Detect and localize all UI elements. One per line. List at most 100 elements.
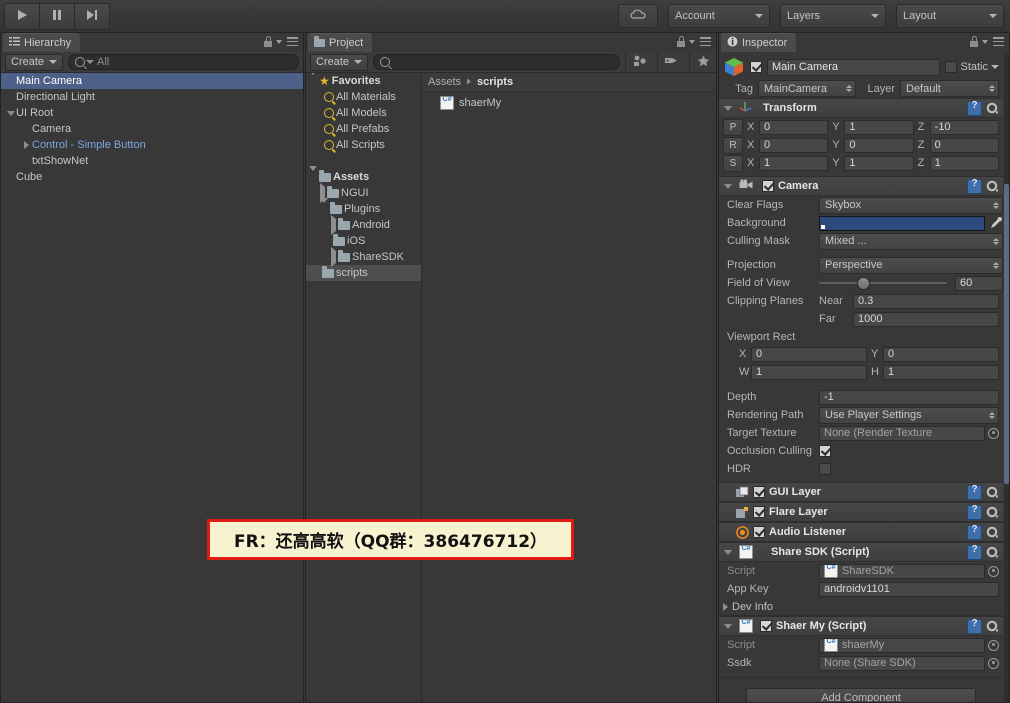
foldout-open-icon[interactable] [724, 623, 732, 629]
component-header-camera[interactable]: Camera [719, 176, 1003, 196]
viewport-x-input[interactable]: 0 [751, 346, 867, 362]
foldout-toggle[interactable] [320, 198, 328, 215]
help-icon[interactable] [967, 544, 982, 560]
pause-button[interactable] [39, 3, 75, 30]
axis-input[interactable]: 0 [929, 137, 999, 153]
target-texture-objectfield[interactable]: None (Render Texture [819, 425, 985, 441]
component-header-gui-layer[interactable]: GUI Layer [719, 482, 1003, 502]
shaer-my-ssdk-objectfield[interactable]: None (Share SDK) [819, 655, 985, 671]
far-input[interactable]: 1000 [853, 311, 999, 327]
gear-icon[interactable] [986, 526, 999, 539]
tab-project[interactable]: Project [308, 33, 373, 52]
layers-dropdown[interactable]: Layers [780, 3, 886, 28]
project-tree-item[interactable]: Plugins [306, 198, 421, 217]
camera-enabled-checkbox[interactable] [762, 180, 774, 192]
hierarchy-item[interactable]: Directional Light [1, 89, 303, 105]
project-tree-item[interactable]: iOS [306, 233, 421, 249]
slider-knob[interactable] [857, 276, 871, 290]
audio-listener-enabled-checkbox[interactable] [753, 526, 765, 538]
hierarchy-item[interactable]: Cube [1, 169, 303, 185]
hierarchy-item[interactable]: UI Root [1, 105, 303, 121]
foldout-toggle[interactable] [331, 247, 336, 267]
component-header-flare-layer[interactable]: Flare Layer [719, 502, 1003, 522]
gear-icon[interactable] [986, 506, 999, 519]
background-color-field[interactable] [819, 215, 985, 231]
layer-dropdown[interactable]: Default [900, 80, 999, 97]
object-picker-icon[interactable] [988, 639, 999, 651]
inspector-scrollbar-thumb[interactable] [1004, 184, 1009, 484]
help-icon[interactable] [967, 524, 982, 540]
flare-layer-enabled-checkbox[interactable] [753, 506, 765, 518]
fov-slider[interactable] [819, 276, 947, 291]
hierarchy-item[interactable]: Main Camera [1, 73, 303, 89]
near-input[interactable]: 0.3 [853, 293, 999, 309]
help-icon[interactable] [967, 618, 982, 634]
eyedropper-icon[interactable] [989, 216, 1003, 230]
hierarchy-tree[interactable]: Main Camera Directional Light UI Root Camer… [1, 73, 303, 702]
cloud-services-button[interactable] [618, 3, 658, 28]
hierarchy-item[interactable]: txtShowNet [1, 153, 303, 169]
hierarchy-item[interactable]: Camera [1, 121, 303, 137]
foldout-closed-icon[interactable] [331, 247, 336, 267]
project-tree-item[interactable]: Android [306, 215, 421, 235]
projection-dropdown[interactable]: Perspective [819, 256, 1003, 274]
share-sdk-appkey-input[interactable]: androidv1101 [819, 581, 999, 597]
play-button[interactable] [4, 3, 40, 30]
project-tree-item[interactable]: ★ Favorites [306, 73, 421, 89]
help-icon[interactable] [967, 178, 982, 194]
panel-menu-icon[interactable] [287, 37, 298, 46]
project-tree-item[interactable]: All Models [306, 105, 421, 121]
hdr-checkbox[interactable] [819, 463, 831, 475]
rendering-path-dropdown[interactable]: Use Player Settings [819, 406, 999, 424]
static-checkbox[interactable] [945, 61, 958, 73]
foldout-open-icon[interactable] [724, 183, 732, 189]
foldout-open-icon[interactable] [320, 198, 328, 215]
favorite-star-button[interactable] [689, 52, 716, 72]
gameobject-name-input[interactable]: Main Camera [767, 58, 941, 76]
project-tree-item[interactable]: All Materials [306, 89, 421, 105]
project-tree-item[interactable]: All Scripts [306, 137, 421, 153]
component-header-audio-listener[interactable]: Audio Listener [719, 522, 1003, 542]
lock-icon[interactable] [264, 36, 272, 47]
tag-dropdown[interactable]: MainCamera [758, 80, 856, 97]
foldout-open-icon[interactable] [309, 166, 317, 183]
object-picker-icon[interactable] [988, 427, 999, 439]
gear-icon[interactable] [986, 546, 999, 559]
layout-dropdown[interactable]: Layout [896, 3, 1004, 28]
foldout-toggle[interactable] [309, 166, 317, 183]
axis-input[interactable]: 1 [844, 155, 914, 171]
object-picker-icon[interactable] [988, 565, 999, 577]
asset-list[interactable]: shaerMy [422, 94, 716, 111]
foldout-open-icon[interactable] [724, 549, 732, 555]
label-filter-button[interactable] [657, 52, 684, 72]
gear-icon[interactable] [986, 102, 999, 115]
foldout-closed-icon[interactable] [723, 602, 728, 611]
transform-row-button[interactable]: P [723, 118, 743, 136]
axis-input[interactable]: 1 [759, 155, 829, 171]
occlusion-culling-checkbox[interactable] [819, 445, 831, 457]
foldout-toggle[interactable] [5, 110, 16, 116]
tab-inspector[interactable]: Inspector [721, 33, 797, 52]
foldout-closed-icon[interactable] [331, 215, 336, 235]
axis-input[interactable]: -10 [929, 119, 999, 135]
foldout-toggle[interactable] [331, 215, 336, 235]
asset-item[interactable]: shaerMy [422, 94, 716, 111]
lock-icon[interactable] [970, 36, 978, 47]
clear-flags-dropdown[interactable]: Skybox [819, 196, 1003, 214]
depth-input[interactable]: -1 [819, 389, 999, 405]
foldout-toggle[interactable] [21, 141, 32, 149]
help-icon[interactable] [967, 504, 982, 520]
gear-icon[interactable] [986, 180, 999, 193]
dev-info-foldout[interactable]: Dev Info [719, 598, 1003, 615]
project-search-input[interactable] [373, 54, 620, 70]
panel-menu-icon[interactable] [700, 37, 711, 46]
add-component-button[interactable]: Add Component [746, 688, 976, 702]
gear-icon[interactable] [986, 486, 999, 499]
foldout-open-icon[interactable] [724, 105, 732, 111]
fov-input[interactable]: 60 [955, 275, 1003, 291]
project-tree-item[interactable]: ShareSDK [306, 247, 421, 267]
project-tree-item[interactable]: scripts [306, 265, 421, 281]
gear-icon[interactable] [986, 620, 999, 633]
transform-row-button[interactable]: R [723, 136, 743, 154]
foldout-open-icon[interactable] [6, 110, 15, 116]
